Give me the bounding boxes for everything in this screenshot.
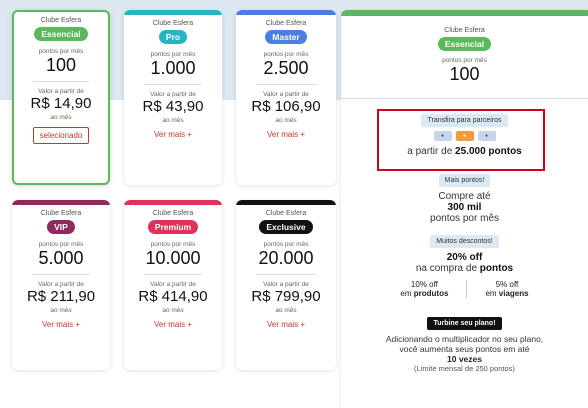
discount-bold: pontos — [479, 263, 514, 274]
divider — [143, 84, 203, 85]
selected-button[interactable]: selecionado — [32, 127, 90, 144]
plan-brand: Clube Esfera — [152, 20, 194, 27]
plan-card-vip[interactable]: Clube Esfera VIP pontos por mês 5.000 Va… — [12, 200, 110, 370]
plan-badge: VIP — [47, 220, 75, 234]
plan-card-master[interactable]: Clube Esfera Master pontos por mês 2.500… — [236, 10, 336, 185]
plan-brand: Clube Esfera — [152, 210, 194, 217]
plan-card-premium[interactable]: Clube Esfera Premium pontos por mês 10.0… — [124, 200, 222, 370]
boost-line1: Adicionando o multiplicador no seu plano… — [385, 334, 544, 344]
see-more-link[interactable]: Ver mais + — [124, 320, 222, 329]
plan-brand: Clube Esfera — [265, 20, 307, 27]
panel-badge: Essencial — [437, 37, 492, 51]
price-period: ao mês — [275, 307, 297, 314]
divider — [256, 84, 316, 85]
products-discount: 10% off em produtos — [400, 280, 448, 298]
see-more-link[interactable]: Ver mais + — [124, 130, 222, 139]
points-label: pontos por mês — [263, 51, 309, 58]
divider — [466, 280, 468, 298]
divider — [32, 81, 90, 82]
price-period: ao mês — [50, 114, 72, 121]
more-points-chip: Mais pontos! — [438, 174, 491, 187]
points-value: 2.500 — [263, 58, 309, 78]
plan-brand: Clube Esfera — [265, 210, 307, 217]
plan-badge: Master — [265, 30, 307, 44]
points-label: pontos por mês — [38, 241, 84, 248]
price-label: Valor a partir de — [38, 88, 84, 95]
plan-brand: Clube Esfera — [40, 210, 82, 217]
discount-text: na compra de pontos — [341, 263, 588, 274]
travel-prefix: em — [485, 289, 497, 298]
discount-value: 20% off — [446, 252, 483, 263]
panel-points-label: pontos por mês — [442, 57, 487, 64]
price-period: ao mês — [50, 307, 72, 314]
highlight-box — [377, 109, 545, 171]
boost-value: 10 vezes — [447, 354, 482, 364]
price-label: Valor a partir de — [263, 281, 309, 288]
points-value: 100 — [45, 55, 77, 75]
discounts-chip: Muitos descontos! — [430, 235, 499, 248]
price-value: R$ 14,90 — [30, 95, 92, 112]
products-value: 10% off — [410, 280, 438, 289]
points-value: 20.000 — [258, 248, 314, 268]
boost-line2: você aumenta seus pontos em até — [399, 344, 530, 354]
price-label: Valor a partir de — [263, 91, 309, 98]
price-period: ao mês — [275, 117, 297, 124]
travel-bold: viagens — [498, 289, 529, 298]
price-label: Valor a partir de — [150, 281, 196, 288]
plan-card-essencial[interactable]: Clube Esfera Essencial pontos por mês 10… — [12, 10, 110, 185]
price-value: R$ 211,90 — [26, 288, 96, 305]
boost-note: (Limite mensal de 250 pontos) — [414, 364, 515, 373]
price-period: ao mês — [162, 117, 184, 124]
plan-color-bar — [236, 10, 336, 15]
products-bold: produtos — [413, 289, 449, 298]
discount-prefix: na compra de — [415, 263, 478, 274]
price-value: R$ 106,90 — [251, 98, 321, 115]
points-value: 1.000 — [150, 58, 196, 78]
points-label: pontos por mês — [263, 241, 309, 248]
plan-badge: Exclusive — [259, 220, 313, 234]
price-value: R$ 43,90 — [142, 98, 204, 115]
grow-line2: pontos por mês — [430, 213, 499, 224]
see-more-link[interactable]: Ver mais + — [236, 320, 336, 329]
panel-brand: Clube Esfera — [444, 27, 485, 34]
grow-line1: Compre até — [438, 191, 491, 202]
plan-color-bar — [12, 200, 110, 205]
points-label: pontos por mês — [150, 241, 196, 248]
price-label: Valor a partir de — [150, 91, 196, 98]
boost-chip: Turbine seu plano! — [427, 317, 502, 330]
points-label: pontos por mês — [150, 51, 196, 58]
plan-badge: Premium — [147, 220, 199, 234]
divider — [341, 98, 588, 99]
products-prefix: em — [400, 289, 412, 298]
grow-value: 300 mil — [447, 202, 482, 213]
price-label: Valor a partir de — [38, 281, 84, 288]
plan-detail-panel: Clube Esfera Essencial pontos por mês 10… — [341, 10, 588, 408]
divider — [256, 274, 316, 275]
divider — [31, 274, 91, 275]
points-value: 5.000 — [38, 248, 84, 268]
plan-color-bar — [341, 10, 588, 16]
price-period: ao mês — [162, 307, 184, 314]
divider — [143, 274, 203, 275]
plan-color-bar — [124, 200, 222, 205]
plan-brand: Clube Esfera — [40, 17, 82, 24]
see-more-link[interactable]: Ver mais + — [12, 320, 110, 329]
travel-value: 5% off — [495, 280, 519, 289]
plan-card-exclusive[interactable]: Clube Esfera Exclusive pontos por mês 20… — [236, 200, 336, 370]
plan-badge: Essencial — [34, 27, 88, 41]
plan-badge: Pro — [158, 30, 188, 44]
panel-points-value: 100 — [449, 64, 480, 84]
plan-color-bar — [124, 10, 222, 15]
see-more-link[interactable]: Ver mais + — [236, 130, 336, 139]
plan-color-bar — [236, 200, 336, 205]
points-value: 10.000 — [145, 248, 201, 268]
points-label: pontos por mês — [38, 48, 84, 55]
price-value: R$ 414,90 — [138, 288, 208, 305]
travel-discount: 5% off em viagens — [485, 280, 528, 298]
discount-split: 10% off em produtos 5% off em viagens — [341, 280, 588, 298]
price-value: R$ 799,90 — [251, 288, 321, 305]
plan-card-pro[interactable]: Clube Esfera Pro pontos por mês 1.000 Va… — [124, 10, 222, 185]
